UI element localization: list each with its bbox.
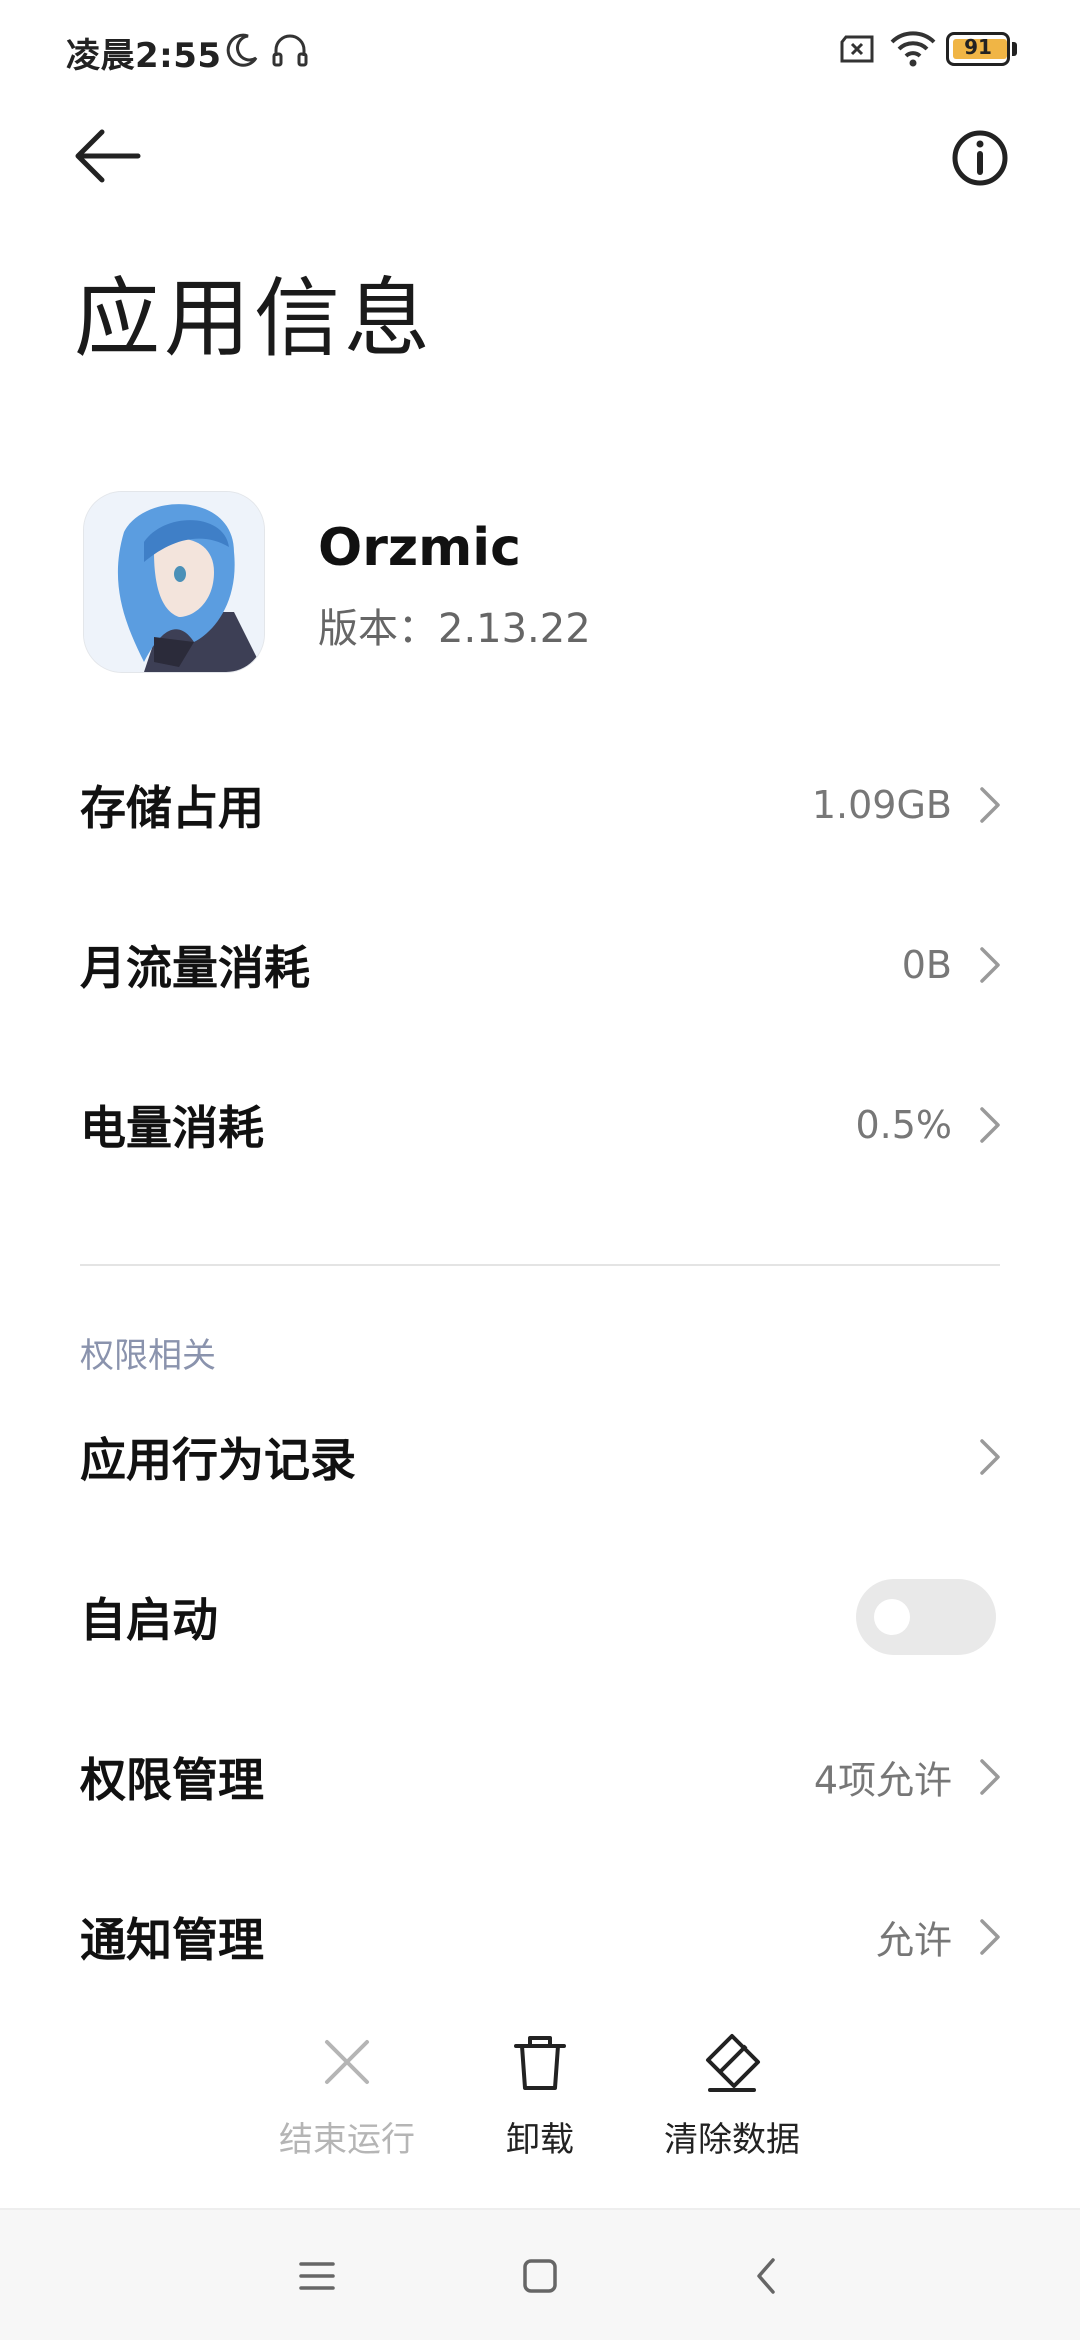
close-icon xyxy=(325,2040,369,2084)
uninstall-button[interactable]: 卸载 xyxy=(440,2020,640,2190)
chevron-right-icon xyxy=(980,1759,1000,1795)
permission-management-label: 权限管理 xyxy=(80,1753,264,1807)
moon-icon xyxy=(226,33,258,67)
chevron-right-icon xyxy=(980,947,1000,983)
headset-icon xyxy=(272,34,308,67)
sim-off-icon xyxy=(840,35,874,63)
clear-data-button[interactable]: 清除数据 xyxy=(632,2020,832,2190)
home-icon[interactable] xyxy=(510,2246,570,2306)
action-bar: 结束运行 卸载 清除数据 xyxy=(0,2020,1080,2190)
notification-management-label: 通知管理 xyxy=(80,1913,264,1967)
eraser-icon xyxy=(706,2034,760,2092)
autostart-row: 自启动 xyxy=(0,1542,1080,1692)
nav-back-icon[interactable] xyxy=(737,2246,797,2306)
uninstall-label: 卸载 xyxy=(506,2120,574,2160)
trash-icon xyxy=(514,2036,566,2090)
chevron-right-icon xyxy=(980,1919,1000,1955)
battery-usage-label: 电量消耗 xyxy=(80,1101,264,1155)
storage-label: 存储占用 xyxy=(80,781,264,835)
autostart-label: 自启动 xyxy=(80,1593,218,1647)
chevron-right-icon xyxy=(980,1107,1000,1143)
page-title: 应用信息 xyxy=(74,269,434,369)
info-button[interactable] xyxy=(944,122,1016,194)
app-behavior-row[interactable]: 应用行为记录 xyxy=(0,1382,1080,1532)
wifi-icon xyxy=(890,31,936,67)
app-behavior-label: 应用行为记录 xyxy=(80,1433,356,1487)
data-usage-label: 月流量消耗 xyxy=(80,941,310,995)
permissions-section-title: 权限相关 xyxy=(80,1336,216,1376)
back-button[interactable] xyxy=(66,120,146,200)
permission-management-row[interactable]: 权限管理 4项允许 xyxy=(0,1702,1080,1852)
app-version: 版本：2.13.22 xyxy=(318,606,591,652)
battery-level: 91 xyxy=(964,35,992,59)
chevron-right-icon xyxy=(980,787,1000,823)
app-name: Orzmic xyxy=(318,518,521,578)
data-usage-value: 0B xyxy=(901,943,952,987)
storage-row[interactable]: 存储占用 1.09GB xyxy=(0,730,1080,880)
toggle-knob xyxy=(874,1599,910,1635)
permission-management-value: 4项允许 xyxy=(813,1758,952,1803)
battery-usage-row[interactable]: 电量消耗 0.5% xyxy=(0,1050,1080,1200)
chevron-right-icon xyxy=(980,1439,1000,1475)
autostart-toggle[interactable] xyxy=(856,1579,996,1655)
battery-usage-value: 0.5% xyxy=(855,1103,952,1147)
menu-icon[interactable] xyxy=(287,2246,347,2306)
clear-data-label: 清除数据 xyxy=(664,2120,800,2160)
app-info-screen: 凌晨2:55 91 应用信息 Orzmic 版本：2.13.22 存储占用 1.… xyxy=(0,0,1080,2340)
system-nav-bar xyxy=(0,2210,1080,2340)
force-stop-label: 结束运行 xyxy=(279,2120,415,2160)
app-icon xyxy=(84,492,264,672)
notification-management-value: 允许 xyxy=(875,1918,952,1963)
section-divider xyxy=(80,1264,1000,1266)
storage-value: 1.09GB xyxy=(811,783,952,827)
battery-icon: 91 xyxy=(946,32,1018,66)
data-usage-row[interactable]: 月流量消耗 0B xyxy=(0,890,1080,1040)
status-time: 凌晨2:55 xyxy=(66,36,222,76)
notification-management-row[interactable]: 通知管理 允许 xyxy=(0,1862,1080,2012)
status-bar: 凌晨2:55 91 xyxy=(0,0,1080,100)
force-stop-button[interactable]: 结束运行 xyxy=(247,2020,447,2190)
